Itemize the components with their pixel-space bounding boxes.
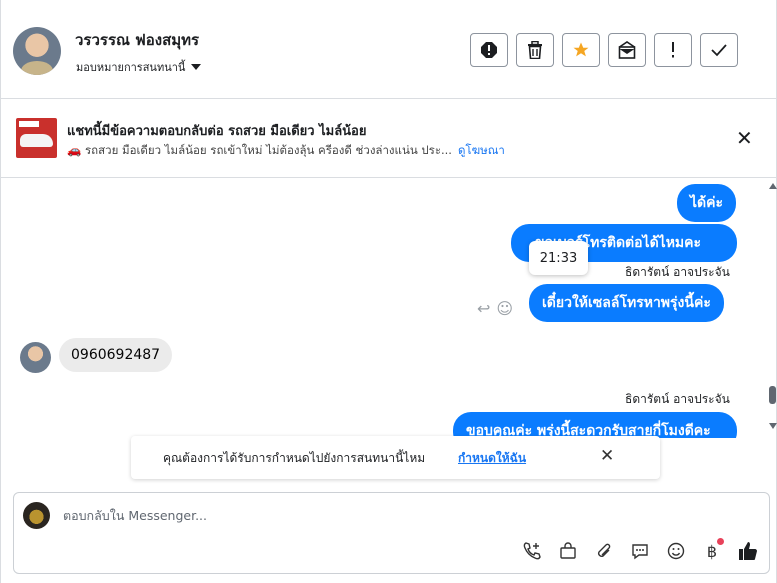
composer-toolbar: ฿ <box>521 538 759 562</box>
ad-banner-subtitle: 🚗 รถสวย มือเดียว ไมล์น้อย รถเข้าใหม่ ไม่… <box>67 142 505 160</box>
outgoing-message[interactable]: เดี๋ยวให้เซลล์โทรหาพรุ่งนี้ค่ะ <box>529 284 724 322</box>
add-call-icon[interactable] <box>521 540 543 562</box>
reply-input[interactable] <box>63 508 663 523</box>
trash-icon <box>528 41 542 59</box>
message-actions: ↩ ☺ <box>477 299 513 318</box>
outgoing-message[interactable]: ได้ค่ะ <box>677 184 737 222</box>
spam-button[interactable] <box>654 33 692 67</box>
reply-composer: ฿ <box>13 492 770 574</box>
saved-reply-icon[interactable] <box>629 540 651 562</box>
report-button[interactable] <box>470 33 508 67</box>
outgoing-message[interactable]: ขอบคุณค่ะ พรุ่งนี้สะดวกรับสายกี่โมงดีคะ <box>453 412 737 438</box>
contact-name[interactable]: วรวรรณ ฟองสมุทร <box>75 28 199 52</box>
assign-to-me-link[interactable]: กำหนดให้ฉัน <box>458 449 526 468</box>
reply-icon[interactable]: ↩ <box>477 299 490 318</box>
notification-dot <box>717 538 724 545</box>
thumbs-up-icon[interactable] <box>737 540 759 562</box>
close-icon[interactable]: ✕ <box>736 128 753 148</box>
mark-unread-button[interactable] <box>608 33 646 67</box>
page-avatar <box>23 502 50 529</box>
conversation-header: วรวรรณ ฟองสมุทร มอบหมายการสนทนานี้ <box>0 0 777 99</box>
ad-reply-banner: แชทนี้มีข้อความตอบกลับต่อ รถสวย มือเดียว… <box>0 99 777 178</box>
view-ad-link[interactable]: ดูโฆษณา <box>458 143 505 157</box>
scroll-up-icon[interactable] <box>769 183 777 189</box>
exclamation-icon <box>672 42 674 58</box>
assign-notice: คุณต้องการได้รับการกำหนดไปยังการสนทนานี้… <box>131 436 660 479</box>
header-actions <box>470 33 738 67</box>
star-icon <box>573 42 589 57</box>
sender-name: ธิดารัตน์ อาจประจัน <box>625 392 730 406</box>
assign-label: มอบหมายการสนทนานี้ <box>76 61 186 74</box>
incoming-message[interactable]: 0960692487 <box>59 338 173 372</box>
ad-banner-title: แชทนี้มีข้อความตอบกลับต่อ รถสวย มือเดียว… <box>67 124 367 139</box>
payment-baht-icon[interactable]: ฿ <box>701 538 724 562</box>
assign-notice-text: คุณต้องการได้รับการกำหนดไปยังการสนทนานี้… <box>163 451 426 465</box>
contact-avatar[interactable] <box>13 27 61 75</box>
delete-button[interactable] <box>516 33 554 67</box>
scroll-thumb[interactable] <box>769 386 776 404</box>
checkmark-icon <box>711 44 727 57</box>
timestamp-tooltip: 21:33 <box>529 241 588 275</box>
open-envelope-icon <box>618 41 636 59</box>
paperclip-icon[interactable] <box>593 540 615 562</box>
ad-description: 🚗 รถสวย มือเดียว ไมล์น้อย รถเข้าใหม่ ไม่… <box>67 143 452 157</box>
smiley-icon[interactable]: ☺ <box>496 299 513 318</box>
emoji-icon[interactable] <box>665 540 687 562</box>
mark-done-button[interactable] <box>700 33 738 67</box>
chevron-down-icon <box>191 64 202 70</box>
scroll-down-icon[interactable] <box>769 423 777 429</box>
shopping-bag-icon[interactable] <box>557 540 579 562</box>
star-button[interactable] <box>562 33 600 67</box>
close-icon[interactable]: ✕ <box>600 448 614 465</box>
sender-name: ธิดารัตน์ อาจประจัน <box>625 265 730 279</box>
contact-avatar-small <box>20 342 51 373</box>
ad-thumbnail[interactable] <box>16 118 57 158</box>
assign-dropdown[interactable]: มอบหมายการสนทนานี้ <box>76 58 202 76</box>
alert-circle-icon <box>481 42 497 58</box>
